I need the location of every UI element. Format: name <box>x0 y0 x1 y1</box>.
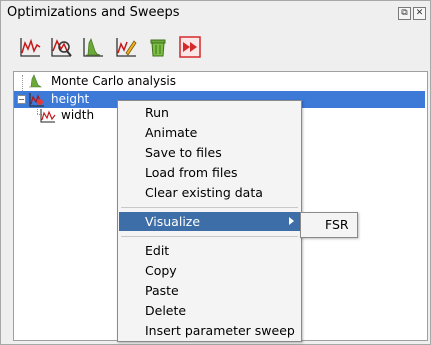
context-menu: Run Animate Save to files Load from file… <box>117 100 302 342</box>
sweep-plot-icon <box>40 109 56 123</box>
tree-item-label: Monte Carlo analysis <box>51 74 176 88</box>
toolbar <box>1 29 430 65</box>
monte-carlo-tool[interactable] <box>81 35 105 59</box>
menu-item-save-to-files[interactable]: Save to files <box>119 143 300 162</box>
trash-icon <box>150 39 166 57</box>
optimization-tool[interactable] <box>49 35 73 59</box>
menu-item-animate[interactable]: Animate <box>119 123 300 142</box>
delete-tool[interactable] <box>146 35 170 59</box>
histogram-icon <box>83 37 103 57</box>
sweep-plot-icon <box>29 93 44 107</box>
menu-item-insert-parameter-sweep[interactable]: Insert parameter sweep <box>119 321 300 340</box>
optimization-icon <box>51 38 72 57</box>
menu-item-clear-existing-data[interactable]: Clear existing data <box>119 183 300 202</box>
run-all-tool[interactable] <box>178 35 202 59</box>
menu-item-load-from-files[interactable]: Load from files <box>119 163 300 182</box>
menu-separator <box>121 207 298 208</box>
menu-item-delete[interactable]: Delete <box>119 301 300 320</box>
sweep-plot-icon <box>20 38 41 57</box>
float-icon[interactable]: ⧉ <box>398 7 411 20</box>
edit-tool[interactable] <box>114 35 138 59</box>
fast-forward-icon <box>179 36 201 58</box>
tree-item-label: width <box>61 108 95 122</box>
menu-item-visualize[interactable]: Visualize <box>119 212 300 231</box>
menu-separator <box>121 236 298 237</box>
menu-item-run[interactable]: Run <box>119 103 300 122</box>
submenu-item-fsr[interactable]: FSR <box>325 217 349 232</box>
menu-item-edit[interactable]: Edit <box>119 241 300 260</box>
menu-item-paste[interactable]: Paste <box>119 281 300 300</box>
visualize-submenu: FSR <box>300 212 358 238</box>
collapse-icon[interactable]: − <box>17 95 26 104</box>
panel-title: Optimizations and Sweeps <box>7 5 180 20</box>
menu-item-copy[interactable]: Copy <box>119 261 300 280</box>
tree-item-label: height <box>51 92 90 106</box>
pencil-plot-icon <box>116 38 137 57</box>
histogram-icon <box>29 74 42 88</box>
submenu-arrow-icon <box>289 217 294 225</box>
panel-titlebar: Optimizations and Sweeps ⧉ ✕ <box>1 1 430 25</box>
tree-item-monte-carlo[interactable]: Monte Carlo analysis <box>14 73 425 90</box>
parameter-sweep-tool[interactable] <box>18 35 42 59</box>
close-icon[interactable]: ✕ <box>413 7 426 20</box>
